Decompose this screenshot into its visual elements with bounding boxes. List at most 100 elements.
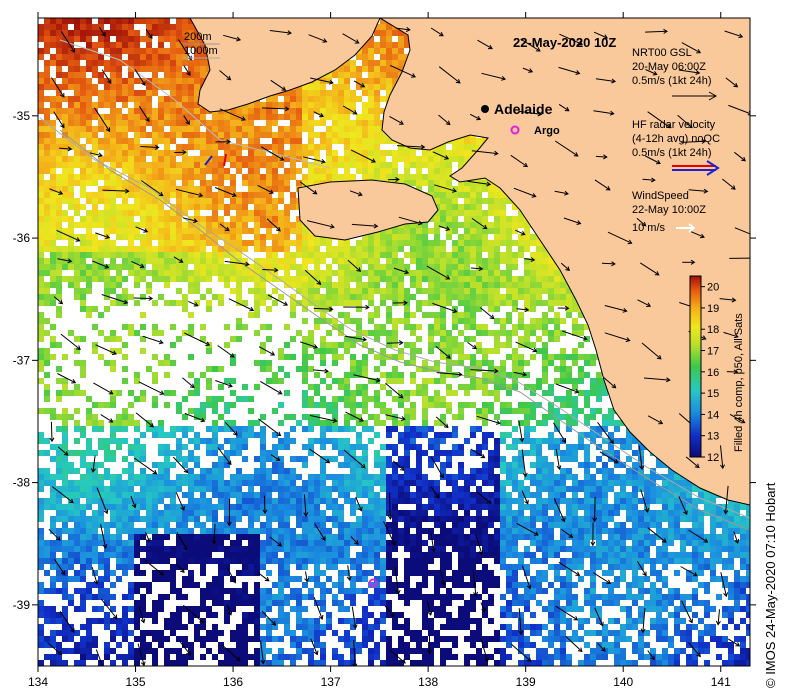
sst-cell bbox=[554, 282, 560, 288]
sst-cell bbox=[188, 234, 194, 240]
sst-cell bbox=[254, 222, 260, 228]
sst-cell bbox=[68, 174, 74, 180]
sst-cell bbox=[122, 288, 128, 294]
sst-cell bbox=[254, 282, 260, 288]
sst-cell bbox=[518, 288, 524, 294]
sst-cell bbox=[80, 288, 86, 294]
sst-cell bbox=[284, 204, 290, 210]
sst-cell bbox=[158, 228, 164, 234]
sst-cell bbox=[404, 156, 410, 162]
sst-cell bbox=[164, 228, 170, 234]
sst-cell bbox=[440, 246, 446, 252]
sst-cell bbox=[140, 198, 146, 204]
sst-cell bbox=[242, 162, 248, 168]
sst-cell bbox=[164, 186, 170, 192]
sst-cell bbox=[308, 234, 314, 240]
sst-cell bbox=[122, 252, 128, 258]
sst-cell bbox=[512, 300, 518, 306]
sst-cell bbox=[482, 276, 488, 282]
sst-cell bbox=[434, 294, 440, 300]
sst-cell bbox=[506, 294, 512, 300]
sst-cell bbox=[380, 24, 386, 30]
sst-cell bbox=[170, 42, 176, 48]
sst-cell bbox=[92, 306, 98, 312]
sst-cell bbox=[254, 204, 260, 210]
sst-cell bbox=[38, 216, 44, 222]
sst-cell bbox=[80, 246, 86, 252]
sst-cell bbox=[122, 156, 128, 162]
sst-cell bbox=[398, 228, 404, 234]
sst-cell bbox=[374, 138, 380, 144]
sst-cell bbox=[290, 204, 296, 210]
sst-cell bbox=[458, 282, 464, 288]
sst-cell bbox=[422, 270, 428, 276]
sst-cell bbox=[86, 240, 92, 246]
sst-cell bbox=[266, 180, 272, 186]
sst-cell bbox=[470, 276, 476, 282]
sst-cell bbox=[464, 300, 470, 306]
sst-cell bbox=[320, 108, 326, 114]
sst-cell bbox=[314, 288, 320, 294]
sst-cell bbox=[524, 270, 530, 276]
sst-cell bbox=[398, 150, 404, 156]
sst-cell bbox=[476, 252, 482, 258]
sst-cell bbox=[86, 288, 92, 294]
sst-cell bbox=[62, 192, 68, 198]
sst-cell bbox=[260, 240, 266, 246]
sst-cell bbox=[140, 150, 146, 156]
sst-cell bbox=[272, 288, 278, 294]
sst-cell bbox=[212, 168, 218, 174]
sst-cell bbox=[56, 246, 62, 252]
sst-cell bbox=[98, 36, 104, 42]
sst-cell bbox=[338, 102, 344, 108]
sst-cell bbox=[446, 210, 452, 216]
sst-cell bbox=[164, 210, 170, 216]
sst-cell bbox=[74, 282, 80, 288]
sst-cell bbox=[230, 174, 236, 180]
sst-cell bbox=[212, 192, 218, 198]
sst-cell bbox=[284, 276, 290, 282]
sst-cell bbox=[338, 276, 344, 282]
sst-cell bbox=[110, 174, 116, 180]
sst-cell bbox=[308, 240, 314, 246]
sst-cell bbox=[338, 84, 344, 90]
sst-cell bbox=[242, 198, 248, 204]
sst-cell bbox=[386, 264, 392, 270]
sst-cell bbox=[80, 114, 86, 120]
sst-cell bbox=[164, 282, 170, 288]
sst-cell bbox=[398, 156, 404, 162]
sst-cell bbox=[116, 282, 122, 288]
sst-cell bbox=[446, 150, 452, 156]
sst-cell bbox=[104, 42, 110, 48]
sst-cell bbox=[44, 228, 50, 234]
sst-cell bbox=[224, 270, 230, 276]
sst-cell bbox=[92, 54, 98, 60]
sst-cell bbox=[308, 120, 314, 126]
sst-cell bbox=[218, 300, 224, 306]
sst-cell bbox=[74, 198, 80, 204]
sst-cell bbox=[176, 174, 182, 180]
sst-cell bbox=[68, 156, 74, 162]
sst-cell bbox=[224, 264, 230, 270]
sst-cell bbox=[368, 240, 374, 246]
sst-cell bbox=[146, 234, 152, 240]
sst-cell bbox=[80, 264, 86, 270]
sst-cell bbox=[326, 174, 332, 180]
sst-cell bbox=[146, 288, 152, 294]
sst-cell bbox=[308, 114, 314, 120]
sst-cell bbox=[74, 54, 80, 60]
sst-cell bbox=[122, 210, 128, 216]
sst-cell bbox=[128, 36, 134, 42]
sst-cell bbox=[380, 276, 386, 282]
sst-cell bbox=[122, 36, 128, 42]
sst-cell bbox=[272, 240, 278, 246]
sst-cell bbox=[314, 258, 320, 264]
sst-cell bbox=[542, 300, 548, 306]
sst-cell bbox=[482, 270, 488, 276]
sst-cell bbox=[122, 198, 128, 204]
sst-cell bbox=[140, 216, 146, 222]
sst-cell bbox=[200, 216, 206, 222]
sst-cell bbox=[104, 48, 110, 54]
sst-cell bbox=[188, 78, 194, 84]
sst-cell bbox=[272, 120, 278, 126]
